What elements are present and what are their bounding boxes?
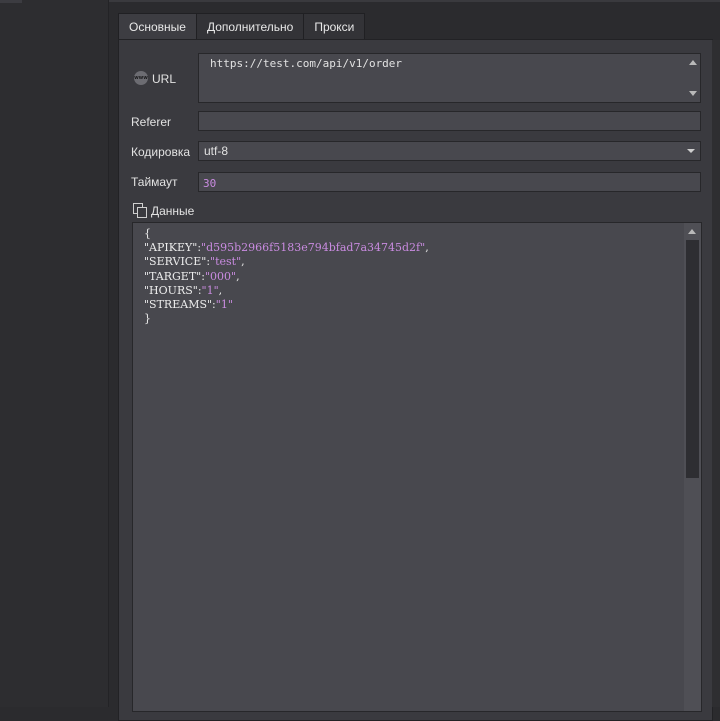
data-scrollbar[interactable] [684, 223, 701, 711]
chevron-down-icon[interactable] [687, 149, 695, 153]
line-apikey: "APIKEY":"d595b2966f5183e794bfad7a34745d… [144, 241, 429, 255]
line-target: "TARGET":"000", [144, 269, 240, 283]
copy-icon [133, 203, 147, 218]
divider [108, 0, 109, 707]
tab-basic[interactable]: Основные [118, 13, 197, 41]
url-value: https://test.com/api/v1/order [210, 57, 403, 70]
line-value: "1" [215, 298, 233, 312]
timeout-input[interactable]: 30 [198, 172, 701, 192]
data-code: { "APIKEY":"d595b2966f5183e794bfad7a3474… [144, 227, 429, 326]
referer-label: Referer [131, 115, 172, 129]
url-label: URL [152, 72, 177, 86]
line-value: "1" [201, 283, 219, 297]
close-brace: } [144, 312, 151, 326]
line-value: "000" [204, 269, 237, 283]
url-scroll-down-icon[interactable] [689, 91, 697, 96]
line-key: "SERVICE" [144, 255, 207, 269]
line-streams: "STREAMS":"1" [144, 298, 233, 312]
copy-icon-front [137, 207, 147, 218]
url-scroll-up-icon[interactable] [689, 60, 697, 65]
data-label: Данные [151, 204, 195, 218]
right-edge [712, 40, 720, 707]
line-value: "test" [210, 255, 242, 269]
timeout-value: 30 [203, 177, 217, 190]
sidebar-corner [0, 0, 22, 3]
tab-bar: Основные Дополнительно Прокси [118, 13, 366, 41]
url-input[interactable]: https://test.com/api/v1/order [198, 53, 701, 103]
line-suffix: , [218, 283, 223, 297]
line-suffix: , [425, 241, 429, 255]
referer-input[interactable] [198, 111, 701, 131]
encoding-label: Кодировка [131, 145, 191, 159]
top-edge [109, 0, 720, 2]
scrollbar-thumb[interactable] [686, 240, 699, 478]
left-sidebar [0, 0, 108, 707]
line-suffix: , [241, 255, 245, 269]
encoding-value: utf-8 [204, 144, 229, 158]
line-key: "APIKEY" [144, 241, 198, 255]
tab-proxy[interactable]: Прокси [303, 13, 366, 40]
line-key: "TARGET" [144, 269, 202, 283]
tab-advanced[interactable]: Дополнительно [195, 13, 305, 40]
www-globe-icon: www [134, 71, 148, 85]
line-key: "STREAMS" [144, 298, 213, 312]
scroll-up-icon[interactable] [688, 229, 696, 234]
line-key: "HOURS" [144, 283, 198, 297]
encoding-select[interactable]: utf-8 [198, 141, 701, 161]
line-service: "SERVICE":"test", [144, 255, 245, 269]
line-value: "d595b2966f5183e794bfad7a34745d2f" [201, 241, 426, 255]
line-hours: "HOURS":"1", [144, 283, 223, 297]
open-brace: { [144, 227, 151, 240]
line-suffix: , [236, 269, 240, 283]
data-textarea[interactable]: { "APIKEY":"d595b2966f5183e794bfad7a3474… [132, 222, 702, 712]
timeout-label: Таймаут [131, 175, 178, 189]
